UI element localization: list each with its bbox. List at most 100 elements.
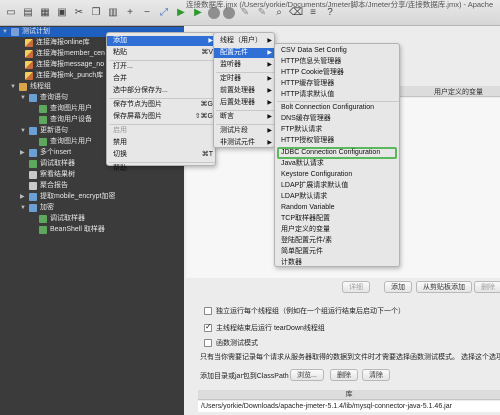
paste-icon[interactable]: ▥ (106, 6, 120, 20)
add-menu-item[interactable]: 线程（用户） ▶ (214, 36, 276, 46)
sampler-icon (39, 138, 47, 146)
context-menu-item[interactable]: 保存节点为图片 ⌘G (107, 100, 217, 110)
checkbox-box[interactable] (204, 339, 212, 347)
config-menu-item[interactable]: 登陆配置元件/素 (275, 236, 401, 246)
expand-toggle-icon[interactable]: ▼ (20, 126, 26, 136)
menu-item-label: DNS缓存管理器 (281, 115, 331, 122)
sampler-icon (29, 160, 37, 168)
toggle-icon[interactable]: ⤢ (157, 6, 171, 20)
expand-toggle-icon[interactable]: ▼ (20, 93, 26, 103)
menu-separator (216, 124, 274, 125)
config-menu-item[interactable]: HTTP缓存管理器 (275, 79, 401, 89)
submenu-arrow-icon: ▶ (267, 114, 272, 120)
context-menu-item[interactable]: 添加 ▶ (107, 36, 217, 46)
menu-separator (216, 72, 274, 73)
config-menu-item[interactable]: LDAP扩展请求默认值 (275, 181, 401, 191)
tree-node[interactable]: 调试取样器 (0, 214, 184, 224)
menu-separator (216, 110, 274, 111)
classpath-label: 添加目录或jar包到ClassPath (200, 373, 289, 380)
new-file-icon[interactable]: ▭ (4, 6, 18, 20)
config-menu-item[interactable]: Keystore Configuration (275, 170, 401, 180)
menu-item-label: 帮助 (113, 165, 127, 172)
context-menu-item[interactable]: 帮助 (107, 164, 217, 174)
tree-node-label: 连接海报member_cen (36, 50, 105, 57)
context-menu-item[interactable]: 合并 (107, 74, 217, 84)
config-menu-item[interactable]: Java默认请求 (275, 159, 401, 169)
tree-node-label: 察看结果树 (40, 171, 75, 178)
add-menu-item[interactable]: 定时器 ▶ (214, 74, 276, 84)
config-menu-item[interactable]: HTTP授权管理器 (275, 136, 401, 146)
tree-node-label: BeanShell 取样器 (50, 226, 105, 233)
menu-item-label: 配置元件 (220, 49, 248, 56)
config-menu-item[interactable]: Bolt Connection Configuration (275, 103, 401, 113)
checkbox-box[interactable] (204, 322, 212, 332)
context-menu-item[interactable]: 打开... (107, 62, 217, 72)
tree-node[interactable]: 聚合报告 (0, 181, 184, 191)
expand-toggle-icon[interactable]: ▼ (10, 82, 16, 92)
open-icon[interactable]: ▦ (38, 6, 52, 20)
expand-toggle-icon[interactable]: ▼ (20, 203, 26, 213)
classpath-clear-button[interactable]: 清除 (362, 369, 390, 381)
controller-icon (29, 127, 37, 135)
expand-toggle-icon[interactable]: ▶ (20, 192, 26, 202)
run-groups-consecutively-checkbox[interactable]: 独立运行每个线程组（例如在一个组运行结束后启动下一个） (204, 306, 405, 316)
submenu-arrow-icon: ▶ (267, 38, 272, 44)
config-menu-item[interactable]: HTTP Cookie管理器 (275, 68, 401, 78)
tree-node[interactable]: ▶ 提取mobile_encrypt加密 (0, 192, 184, 202)
checkbox-box[interactable] (204, 307, 212, 315)
add-menu-item[interactable]: 配置元件 ▶ (214, 48, 276, 58)
expand-toggle-icon[interactable]: ▼ (2, 27, 8, 37)
menu-separator (109, 98, 215, 99)
context-menu-item[interactable]: 选中部分保存为... (107, 86, 217, 96)
config-menu-item[interactable]: 用户定义的变量 (275, 225, 401, 235)
config-menu-item[interactable]: LDAP默认请求 (275, 192, 401, 202)
browse-button[interactable]: 浏览... (290, 369, 324, 381)
context-menu-item[interactable]: 禁用 (107, 138, 217, 148)
add-menu-item[interactable]: 断言 ▶ (214, 112, 276, 122)
detail-button[interactable]: 详细 (342, 281, 370, 293)
config-menu-item[interactable]: TCP取样器配置 (275, 214, 401, 224)
library-row[interactable]: /Users/yorkie/Downloads/apache-jmeter-5.… (198, 401, 500, 412)
context-menu-item[interactable]: 保存屏幕为图片 ⇧⌘G (107, 112, 217, 122)
classpath-delete-button[interactable]: 删除 (330, 369, 358, 381)
delete-button[interactable]: 删除 (474, 281, 500, 293)
teardown-after-shutdown-checkbox[interactable]: 主线程结束后运行 tearDown线程组 (204, 322, 325, 333)
context-menu-item[interactable]: 启用 (107, 126, 217, 136)
tree-node[interactable]: BeanShell 取样器 (0, 225, 184, 235)
config-menu-item[interactable]: DNS缓存管理器 (275, 114, 401, 124)
expand-icon[interactable]: + (123, 6, 137, 20)
config-menu-item[interactable]: Random Variable (275, 203, 401, 213)
config-menu-item[interactable]: FTP默认请求 (275, 125, 401, 135)
config-menu-item[interactable]: HTTP信息头管理器 (275, 57, 401, 67)
add-from-clipboard-button[interactable]: 从剪贴板添加 (416, 281, 472, 293)
functional-test-mode-checkbox[interactable]: 函数测试模式 (204, 338, 258, 348)
cut-icon[interactable]: ✂ (72, 6, 86, 20)
config-menu-item[interactable]: JDBC Connection Configuration (275, 148, 401, 158)
add-button[interactable]: 添加 (384, 281, 412, 293)
collapse-icon[interactable]: − (140, 6, 154, 20)
add-menu-item[interactable]: 非测试元件 ▶ (214, 138, 276, 148)
add-menu-item[interactable]: 后置处理器 ▶ (214, 98, 276, 108)
config-menu-item[interactable]: HTTP请求默认值 (275, 90, 401, 100)
config-menu-item[interactable]: 计数器 (275, 258, 401, 268)
config-menu-item[interactable]: CSV Data Set Config (275, 46, 401, 56)
menu-item-label: 断言 (220, 113, 234, 120)
tree-node-label: 调试取样器 (40, 160, 75, 167)
save-icon[interactable]: ▣ (55, 6, 69, 20)
add-menu-item[interactable]: 监听器 ▶ (214, 60, 276, 70)
shortcut-label: ⇧⌘G (194, 113, 213, 120)
context-menu-item[interactable]: 切换 ⌘T (107, 150, 217, 160)
add-menu-item[interactable]: 前置处理器 ▶ (214, 86, 276, 96)
config-menu-item[interactable]: 简单配置元件 (275, 247, 401, 257)
expand-toggle-icon[interactable]: ▶ (20, 148, 26, 158)
template-icon[interactable]: ▤ (21, 6, 35, 20)
variables-header-label: 用户定义的变量 (434, 89, 483, 96)
sampler-icon (39, 215, 47, 223)
add-menu-item[interactable]: 测试片段 ▶ (214, 126, 276, 136)
context-menu-item[interactable]: 粘贴 ⌘V (107, 48, 217, 58)
copy-icon[interactable]: ❐ (89, 6, 103, 20)
menu-item-label: HTTP Cookie管理器 (281, 69, 344, 76)
tree-node[interactable]: ▼ 加密 (0, 203, 184, 213)
submenu-arrow-icon: ▶ (267, 128, 272, 134)
menu-item-label: HTTP授权管理器 (281, 137, 335, 144)
